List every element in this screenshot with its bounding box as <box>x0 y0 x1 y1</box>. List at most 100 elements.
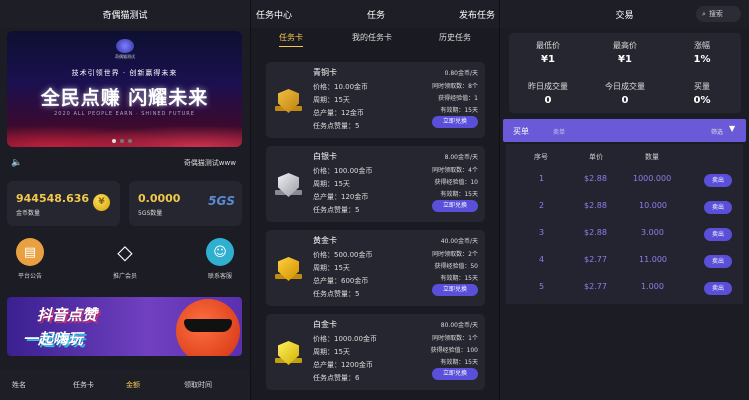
table-row: 5 $2.77 1.000 卖出 <box>506 282 743 296</box>
card-price: 价格：100.00金币 <box>313 167 373 175</box>
sell-button[interactable]: 卖出 <box>704 282 732 295</box>
sell-button[interactable]: 卖出 <box>704 174 732 187</box>
col-name: 姓名 <box>12 381 26 389</box>
promo-line-1: 抖音点赞 <box>37 306 98 324</box>
brand-logo-icon <box>116 39 134 53</box>
tab-task-cards[interactable]: 任务卡 <box>279 32 303 47</box>
tab-my-task-cards[interactable]: 我的任务卡 <box>352 32 392 43</box>
card-name: 黄金卡 <box>313 236 337 245</box>
search-icon: ⌕ <box>702 9 706 18</box>
carousel-dot[interactable] <box>112 139 116 143</box>
task-card: 白金卡 价格：1000.00金币 周期：15天 总产量：1200金币 任务点赞量… <box>266 314 485 390</box>
page-title: 交易 <box>615 10 634 21</box>
redeem-button[interactable]: 立即兑换 <box>432 116 478 128</box>
card-rate: 0.80金币/天 <box>444 70 478 77</box>
tab-sell-orders[interactable]: 卖单 <box>553 127 565 136</box>
promo-banner[interactable]: 抖音点赞 一起嗨玩 <box>7 297 242 356</box>
page-title: 奇偶猫测试 <box>102 10 148 21</box>
promo-line-2: 一起嗨玩 <box>23 330 84 348</box>
card-claims: 同时领取数：4个 <box>432 167 478 174</box>
table-row: 2 $2.88 10.000 卖出 <box>506 201 743 215</box>
coin-balance-label: 金币数量 <box>16 210 41 217</box>
carousel-dot[interactable] <box>128 139 132 143</box>
card-price: 价格：500.00金币 <box>313 251 373 259</box>
market-change: 涨幅 1% <box>693 41 711 65</box>
5gs-icon: 5GS <box>208 194 235 208</box>
banner-slogan-main: 全民点赚 闪耀未来 <box>40 87 209 109</box>
notice-bar[interactable]: 🔈 奇偶猫测试www <box>7 154 242 172</box>
card-likes: 任务点赞量：5 <box>313 206 360 214</box>
redeem-button[interactable]: 立即兑换 <box>432 200 478 212</box>
announcement-icon: ▤ <box>16 238 44 266</box>
card-total: 总产量：600金币 <box>313 277 369 285</box>
quick-link-support[interactable]: ☺ 联系客服 <box>190 238 250 280</box>
table-row: 1 $2.88 1000.000 卖出 <box>506 174 743 188</box>
banner-logo-text: 奇偶猫测试 <box>115 54 135 59</box>
tab-history[interactable]: 历史任务 <box>439 32 471 43</box>
market-low: 最低价 ¥1 <box>536 41 560 65</box>
filter-button[interactable]: 筛选 <box>711 127 723 136</box>
sunglasses-icon <box>184 319 232 332</box>
coin-icon: ¥ <box>93 194 110 211</box>
col-price: 单价 <box>589 153 603 161</box>
card-claims: 同时领取数：8个 <box>432 83 478 90</box>
table-row: 4 $2.77 11.000 卖出 <box>506 255 743 269</box>
tab-buy-orders[interactable]: 买单 <box>513 126 529 137</box>
market-yesterday-volume: 昨日成交量 0 <box>528 82 568 106</box>
sell-button[interactable]: 卖出 <box>704 255 732 268</box>
coin-balance-value: 944548.636 <box>16 192 90 205</box>
search-button[interactable]: ⌕ 搜索 <box>696 6 741 22</box>
card-cycle: 周期：15天 <box>313 180 350 188</box>
redeem-button[interactable]: 立即兑换 <box>432 284 478 296</box>
col-amount: 金额 <box>126 381 140 389</box>
card-name: 青铜卡 <box>313 68 337 77</box>
app-root: 奇偶猫测试 奇偶猫测试 技术引领世界 · 创新赢得未来 全民点赚 闪耀未来 20… <box>0 0 749 400</box>
card-likes: 任务点赞量：5 <box>313 122 360 130</box>
carousel-dots <box>112 139 132 143</box>
search-label: 搜索 <box>708 10 723 18</box>
card-exp: 获得经验值：50 <box>434 263 478 270</box>
col-time: 领取时间 <box>184 381 212 389</box>
col-card: 任务卡 <box>73 381 94 389</box>
market-today-volume: 今日成交量 0 <box>605 82 645 106</box>
trade-topbar: 交易 ⌕ 搜索 <box>500 0 749 28</box>
task-card: 青铜卡 价格：10.00金币 周期：15天 总产量：12金币 任务点赞量：5 0… <box>266 62 485 138</box>
5gs-balance-label: 5GS数量 <box>138 210 163 217</box>
card-valid: 有效期：15天 <box>440 107 478 114</box>
page-title: 任务 <box>367 10 386 21</box>
order-type-bar: 买单 卖单 筛选 ▼ <box>503 119 746 142</box>
home-panel: 奇偶猫测试 奇偶猫测试 技术引领世界 · 创新赢得未来 全民点赚 闪耀未来 20… <box>0 0 250 400</box>
card-total: 总产量：120金币 <box>313 193 369 201</box>
card-name: 白银卡 <box>313 152 337 161</box>
card-exp: 获得经验值：1 <box>438 95 478 102</box>
5gs-balance-card: 0.0000 5GS数量 5GS <box>129 181 242 226</box>
card-price: 价格：1000.00金币 <box>313 335 377 343</box>
carousel-dot[interactable] <box>120 139 124 143</box>
card-valid: 有效期：15天 <box>440 191 478 198</box>
redeem-button[interactable]: 立即兑换 <box>432 368 478 380</box>
quick-link-label: 平台公告 <box>17 273 42 280</box>
quick-link-announcement[interactable]: ▤ 平台公告 <box>0 238 60 280</box>
sell-button[interactable]: 卖出 <box>704 228 732 241</box>
col-no: 序号 <box>534 153 548 161</box>
card-cycle: 周期：15天 <box>313 96 350 104</box>
card-cycle: 周期：15天 <box>313 348 350 356</box>
card-rate: 40.00金币/天 <box>440 238 478 245</box>
quick-link-label: 联系客服 <box>207 273 232 280</box>
table-row: 3 $2.88 3.000 卖出 <box>506 228 743 242</box>
task-card: 白银卡 价格：100.00金币 周期：15天 总产量：120金币 任务点赞量：5… <box>266 146 485 222</box>
publish-task-button[interactable]: 发布任务 <box>459 8 495 21</box>
task-panel: 任务中心 任务 发布任务 任务卡 我的任务卡 历史任务 青铜卡 价格：10.00… <box>250 0 500 400</box>
quick-link-promote[interactable]: ◇ 推广会员 <box>95 238 155 280</box>
5gs-balance-value: 0.0000 <box>138 192 181 205</box>
card-claims: 同时领取数：2个 <box>432 251 478 258</box>
hero-banner[interactable]: 奇偶猫测试 技术引领世界 · 创新赢得未来 全民点赚 闪耀未来 2020 ALL… <box>7 31 242 147</box>
customer-service-icon: ☺ <box>206 238 234 266</box>
card-total: 总产量：12金币 <box>313 109 364 117</box>
card-name: 白金卡 <box>313 320 337 329</box>
sell-button[interactable]: 卖出 <box>704 201 732 214</box>
filter-caret-icon[interactable]: ▼ <box>729 124 735 133</box>
task-center-link[interactable]: 任务中心 <box>256 8 292 21</box>
coin-balance-card: 944548.636 金币数量 ¥ <box>7 181 120 226</box>
card-price: 价格：10.00金币 <box>313 83 369 91</box>
